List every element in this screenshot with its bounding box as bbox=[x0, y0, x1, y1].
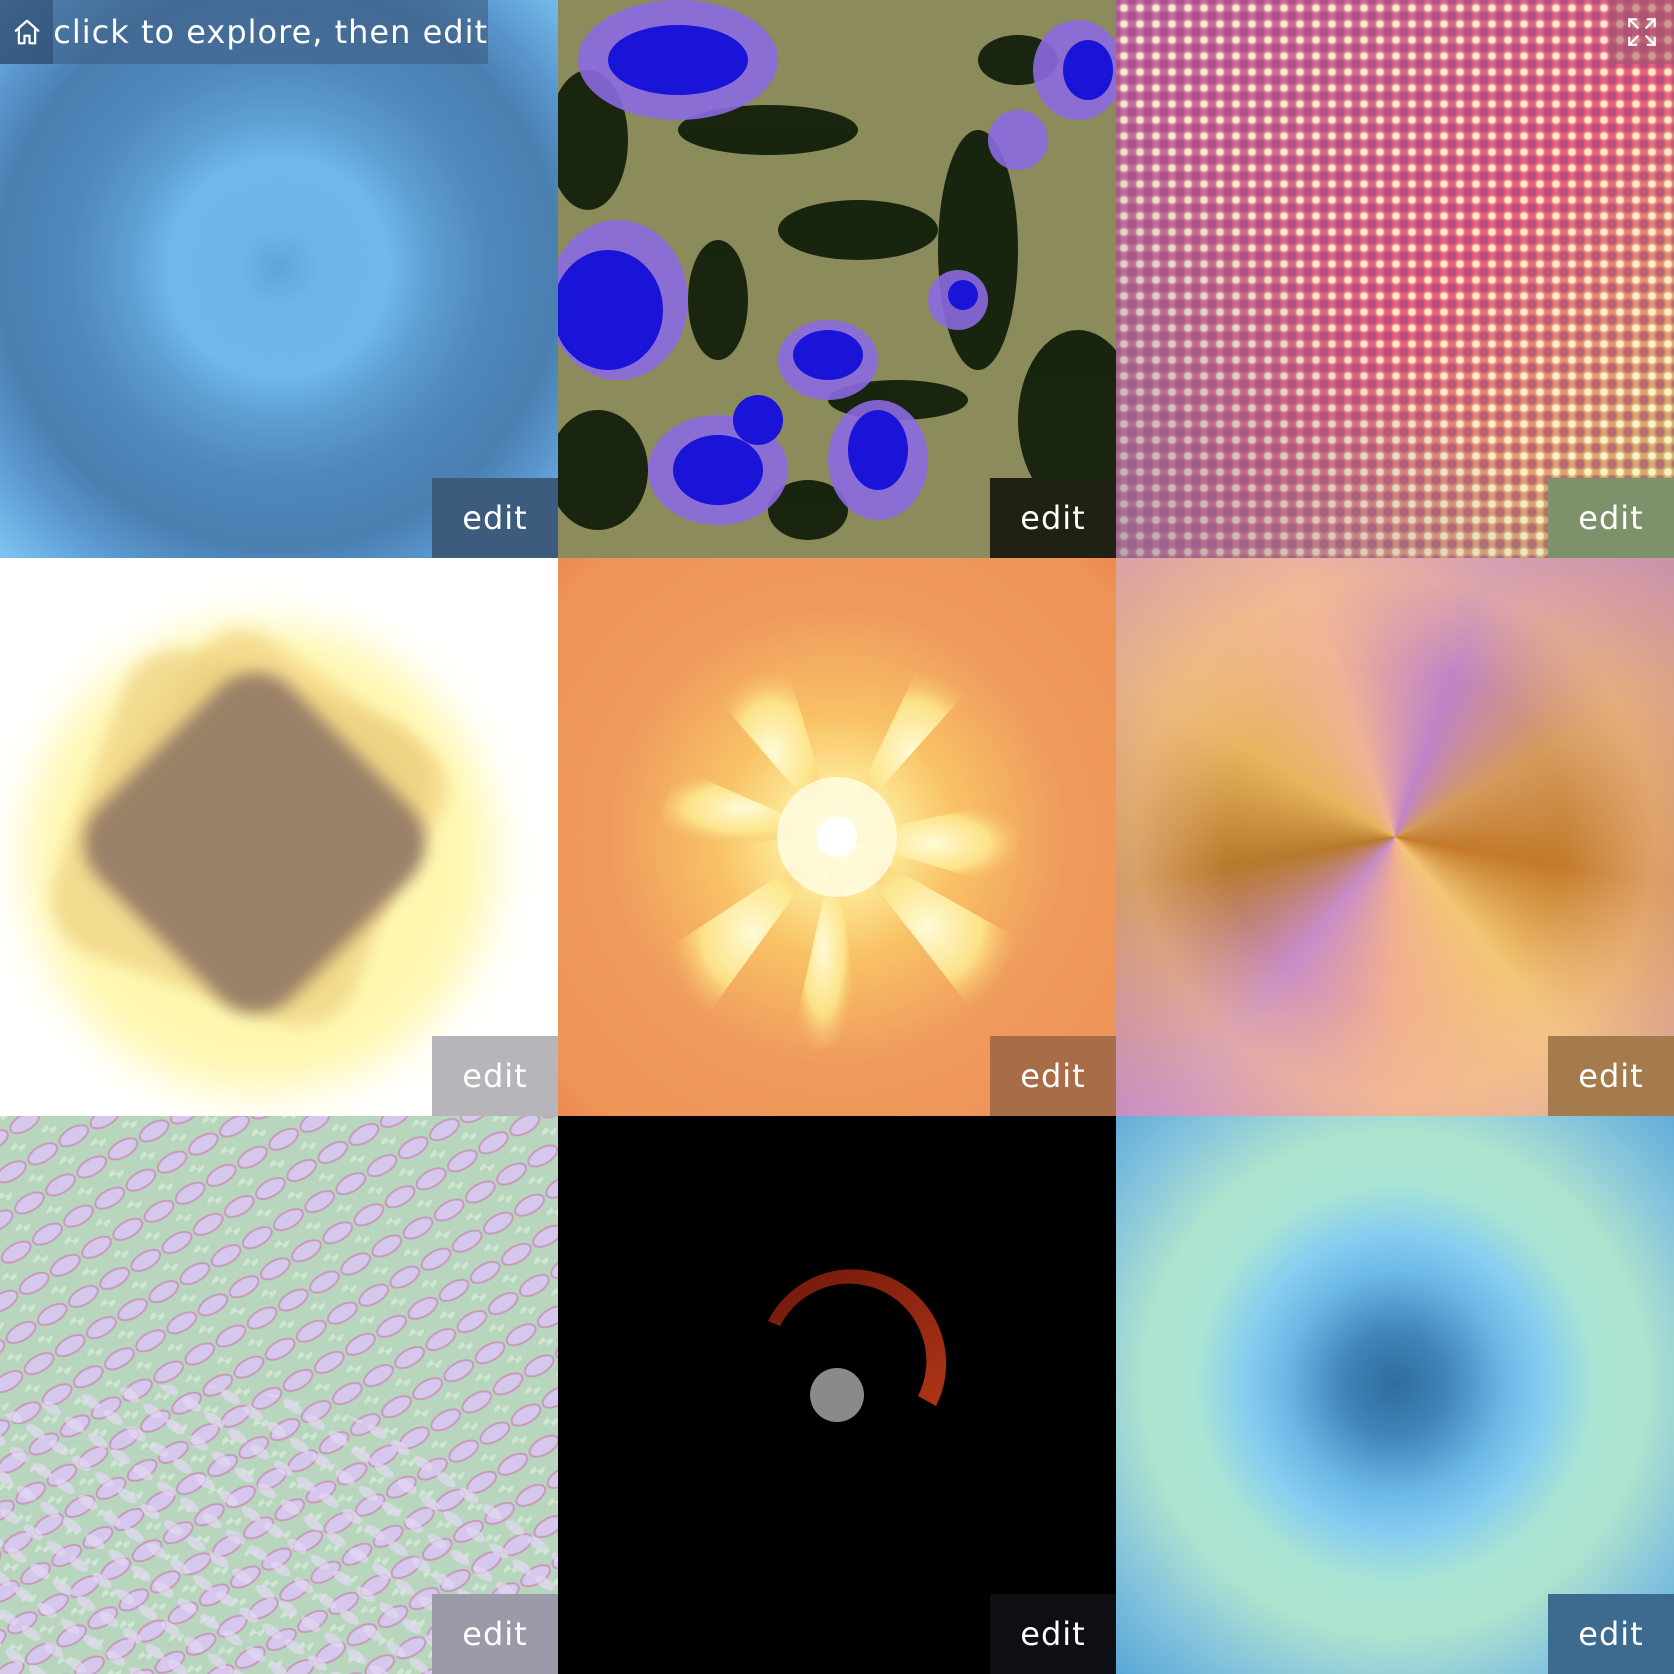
fullscreen-button[interactable] bbox=[1610, 0, 1674, 64]
edit-button[interactable]: edit bbox=[432, 1036, 558, 1116]
edit-button[interactable]: edit bbox=[990, 1594, 1116, 1674]
tile-artwork bbox=[0, 1116, 558, 1674]
tile-artwork bbox=[1116, 0, 1674, 558]
tile-artwork bbox=[0, 0, 558, 558]
edit-button[interactable]: edit bbox=[1548, 1036, 1674, 1116]
explore-hint-text: click to explore, then edit bbox=[53, 13, 488, 51]
gallery-tile-8[interactable]: edit bbox=[558, 1116, 1116, 1674]
starburst-artwork bbox=[648, 668, 1028, 1058]
gallery-tile-5[interactable]: edit bbox=[558, 558, 1116, 1116]
gallery-tile-7[interactable]: edit bbox=[0, 1116, 558, 1674]
gallery-tile-9[interactable]: edit bbox=[1116, 1116, 1674, 1674]
wave-pattern-artwork bbox=[0, 1116, 558, 1674]
tile-artwork bbox=[558, 1116, 1116, 1674]
tile-artwork bbox=[0, 558, 558, 1116]
diamond-artwork bbox=[25, 623, 495, 1093]
edit-button[interactable]: edit bbox=[1548, 478, 1674, 558]
tile-artwork bbox=[1116, 558, 1674, 1116]
fullscreen-icon bbox=[1628, 18, 1656, 46]
edit-button[interactable]: edit bbox=[990, 478, 1116, 558]
edit-button[interactable]: edit bbox=[432, 478, 558, 558]
home-icon bbox=[14, 19, 40, 45]
edit-button[interactable]: edit bbox=[1548, 1594, 1674, 1674]
edit-button[interactable]: edit bbox=[432, 1594, 558, 1674]
gallery-tile-4[interactable]: edit bbox=[0, 558, 558, 1116]
top-hint-bar: click to explore, then edit bbox=[0, 0, 488, 64]
gallery-tile-6[interactable]: edit bbox=[1116, 558, 1674, 1116]
gallery-tile-2[interactable]: edit bbox=[558, 0, 1116, 558]
terrain-artwork bbox=[558, 0, 1116, 558]
tile-artwork bbox=[558, 558, 1116, 1116]
home-button[interactable] bbox=[0, 0, 54, 64]
gallery-tile-1[interactable]: edit bbox=[0, 0, 558, 558]
tile-artwork bbox=[1116, 1116, 1674, 1674]
orb-artwork bbox=[768, 1269, 947, 1422]
gallery-grid: edit edit edit edit edit edit edit edit … bbox=[0, 0, 1674, 1674]
gallery-tile-3[interactable]: edit bbox=[1116, 0, 1674, 558]
edit-button[interactable]: edit bbox=[990, 1036, 1116, 1116]
tile-artwork bbox=[558, 0, 1116, 558]
